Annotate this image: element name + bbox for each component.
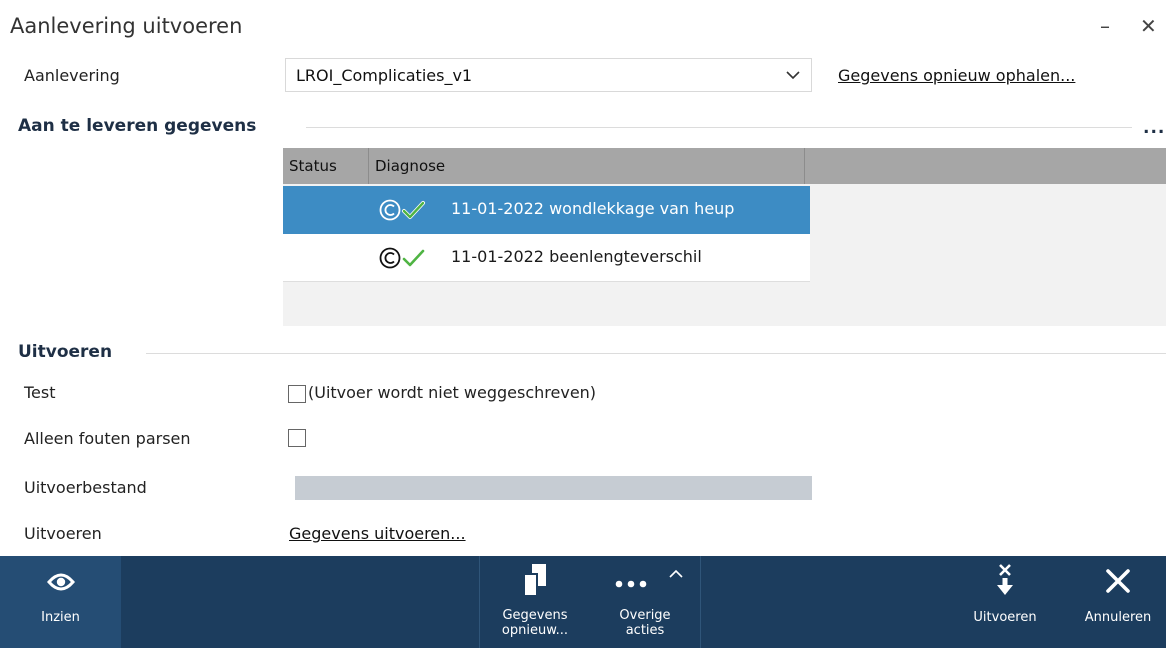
more-actions-label-2: acties [625,623,665,638]
checkmark-icon [402,249,425,267]
run-data-link[interactable]: Gegevens uitvoeren... [289,524,466,543]
column-header-diagnose[interactable]: Diagnose [369,148,805,184]
run-button-label: Uitvoeren [973,610,1037,625]
run-button[interactable]: Uitvoeren [955,556,1055,648]
view-button-label: Inzien [41,610,80,625]
copyright-icon [379,247,401,269]
copy-pages-icon [523,564,546,597]
more-actions-button[interactable]: Overige acties [590,556,700,648]
chevron-up-icon [669,569,683,578]
refresh-data-label-2: opnieuw... [501,623,569,638]
column-header-status[interactable]: Status [283,148,369,184]
title-bar: Aanlevering uitvoeren – ✕ [0,0,1166,56]
more-actions-label-1: Overige [619,608,671,623]
aanlevering-selected-value: LROI_Complicaties_v1 [296,66,473,85]
cancel-button[interactable]: Annuleren [1070,556,1166,648]
data-section-title: Aan te leveren gegevens [18,116,257,136]
close-icon [1106,569,1130,593]
status-icons [379,247,425,269]
data-grid: Status Diagnose 11-01-2022 wondlekkage v… [283,148,1166,326]
run-label: Uitvoeren [24,524,102,543]
table-row[interactable]: 11-01-2022 wondlekkage van heup [283,186,810,234]
chevron-down-icon [786,71,800,80]
minimize-button[interactable]: – [1100,16,1110,36]
refresh-data-link[interactable]: Gegevens opnieuw ophalen... [838,66,1075,85]
view-button[interactable]: Inzien [0,556,121,648]
output-file-bar [295,476,812,500]
section-divider [306,127,1132,128]
aanlevering-label: Aanlevering [24,66,120,85]
copyright-icon [379,199,401,221]
errors-only-checkbox[interactable] [288,429,306,447]
test-checkbox[interactable] [288,385,306,403]
checkmark-icon [402,201,425,219]
window-title: Aanlevering uitvoeren [10,14,243,38]
section-divider [146,353,1166,354]
test-label: Test [24,383,56,402]
output-file-label: Uitvoerbestand [24,478,147,497]
test-hint: (Uitvoer wordt niet weggeschreven) [308,383,597,402]
run-arrow-icon [997,564,1013,595]
row-diagnose-text: 11-01-2022 wondlekkage van heup [451,199,735,218]
bottom-toolbar: Inzien Gegevens opnieuw... Overige actie… [0,556,1166,648]
refresh-data-label-1: Gegevens [502,608,568,623]
status-icons [379,199,425,221]
errors-only-label: Alleen fouten parsen [24,429,191,448]
eye-icon [46,573,75,591]
grid-header: Status Diagnose [283,148,1166,184]
section-more-button[interactable]: ... [1143,118,1165,138]
refresh-data-button[interactable]: Gegevens opnieuw... [480,556,590,648]
toolbar-separator [700,556,701,648]
cancel-button-label: Annuleren [1084,610,1152,625]
row-diagnose-text: 11-01-2022 beenlengteverschil [451,247,702,266]
more-dots-icon [615,580,647,588]
close-window-button[interactable]: ✕ [1140,16,1157,36]
run-section-title: Uitvoeren [18,342,113,362]
table-row[interactable]: 11-01-2022 beenlengteverschil [283,234,810,282]
aanlevering-select[interactable]: LROI_Complicaties_v1 [285,58,812,92]
